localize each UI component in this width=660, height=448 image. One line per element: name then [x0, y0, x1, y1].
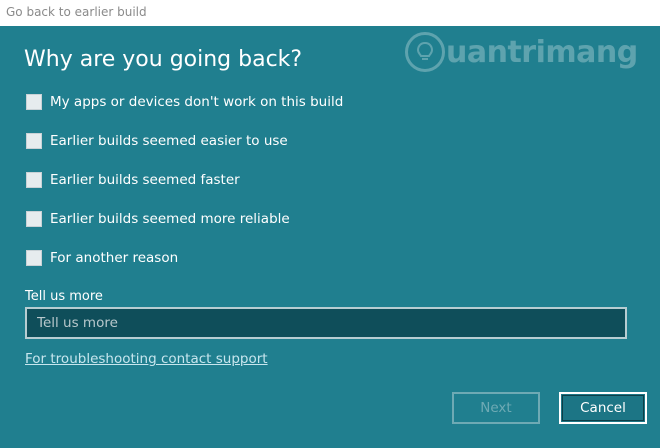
tell-us-more-input[interactable] — [25, 307, 627, 339]
option-label: Earlier builds seemed faster — [50, 172, 240, 188]
option-faster[interactable]: Earlier builds seemed faster — [26, 170, 240, 190]
lightbulb-icon — [405, 32, 445, 72]
watermark-text: uantrimang — [446, 34, 638, 70]
option-more-reliable[interactable]: Earlier builds seemed more reliable — [26, 209, 290, 229]
checkbox-faster[interactable] — [26, 172, 42, 188]
tell-us-more-label: Tell us more — [25, 289, 103, 304]
page-title: Why are you going back? — [24, 47, 303, 72]
checkbox-more-reliable[interactable] — [26, 211, 42, 227]
dialog-body: Why are you going back? uantrimang My ap… — [0, 26, 660, 448]
go-back-window: Go back to earlier build Why are you goi… — [0, 0, 660, 448]
option-label: My apps or devices don't work on this bu… — [50, 94, 344, 110]
watermark-logo: uantrimang — [405, 32, 638, 72]
option-easier-to-use[interactable]: Earlier builds seemed easier to use — [26, 131, 288, 151]
next-button[interactable]: Next — [452, 392, 540, 424]
title-bar: Go back to earlier build — [0, 0, 660, 27]
checkbox-easier-to-use[interactable] — [26, 133, 42, 149]
option-apps-devices[interactable]: My apps or devices don't work on this bu… — [26, 92, 343, 112]
option-label: Earlier builds seemed easier to use — [50, 133, 288, 149]
checkbox-another-reason[interactable] — [26, 250, 42, 266]
cancel-button[interactable]: Cancel — [559, 392, 647, 424]
contact-support-link[interactable]: For troubleshooting contact support — [25, 351, 268, 367]
option-label: Earlier builds seemed more reliable — [50, 211, 290, 227]
window-title: Go back to earlier build — [6, 5, 147, 19]
option-another-reason[interactable]: For another reason — [26, 248, 178, 268]
checkbox-apps-devices[interactable] — [26, 94, 42, 110]
option-label: For another reason — [50, 250, 179, 266]
